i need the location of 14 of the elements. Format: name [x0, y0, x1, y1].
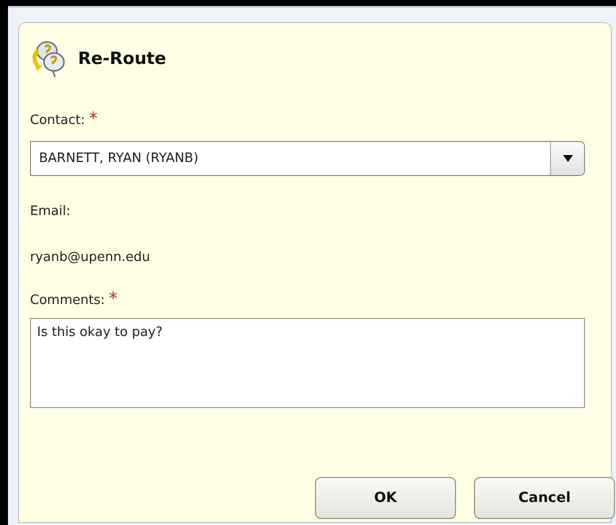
field-label: Contact: [30, 113, 85, 128]
dialog-button[interactable]: OK [315, 477, 456, 519]
contact-dropdown[interactable]: BARNETT, RYAN (RYANB) [30, 141, 585, 176]
field-label: Email: [30, 204, 70, 219]
comments-field[interactable]: Is this okay to pay? [30, 318, 585, 408]
dropdown-button[interactable] [550, 142, 584, 175]
field-label: Comments: [30, 293, 105, 308]
dialog-button[interactable]: Cancel [474, 477, 615, 519]
email-value: ryanb@upenn.edu [30, 250, 152, 265]
required-mark: * [88, 113, 98, 125]
re-route-icon [30, 40, 66, 78]
required-mark: * [108, 293, 118, 305]
dialog-title: Re-Route [78, 49, 166, 69]
caret-icon [562, 155, 572, 162]
